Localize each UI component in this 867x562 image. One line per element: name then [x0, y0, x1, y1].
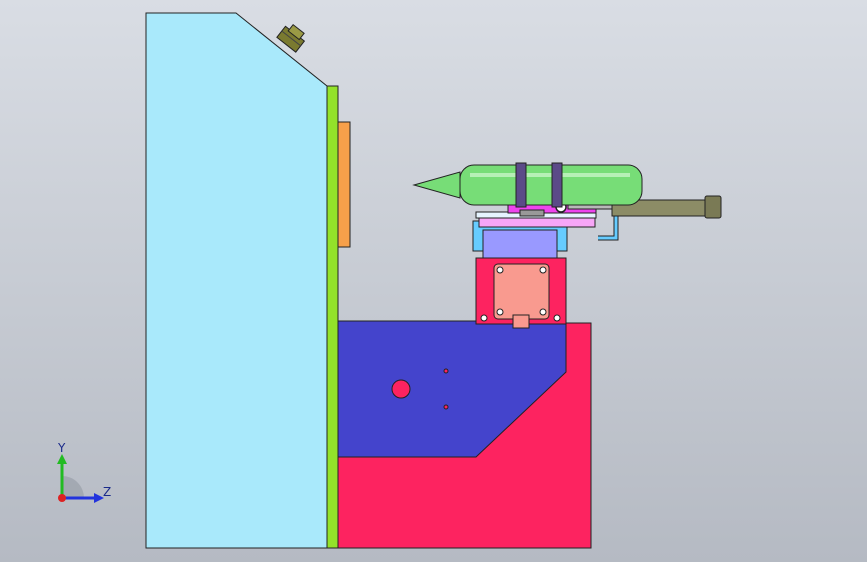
screw-icon: [539, 308, 547, 316]
rod-end-cap[interactable]: [704, 195, 722, 219]
z-axis-label: Z: [103, 485, 112, 499]
green-rail[interactable]: [326, 85, 339, 549]
y-axis-label: Y: [58, 441, 66, 455]
lavender-block[interactable]: [482, 229, 558, 259]
orange-pad[interactable]: [337, 121, 351, 248]
triad-quadrant: [62, 476, 84, 498]
screw-icon: [496, 266, 504, 274]
origin-dot-icon: [58, 494, 66, 502]
motor-shaft-tab: [512, 314, 530, 329]
triad-axes: [57, 454, 104, 503]
assembly-model[interactable]: [0, 0, 867, 562]
nozzle-cone[interactable]: [412, 171, 461, 199]
large-hole: [391, 379, 411, 399]
orientation-triad: Y Z: [40, 440, 120, 510]
pink-plate[interactable]: [478, 217, 596, 228]
cad-viewport[interactable]: Y Z: [0, 0, 867, 562]
screw-icon: [539, 266, 547, 274]
knob-icon: [276, 23, 306, 53]
y-arrow-head-icon: [57, 454, 67, 464]
side-panel[interactable]: [145, 12, 328, 549]
screw-icon: [496, 308, 504, 316]
green-cylinder[interactable]: [459, 164, 643, 206]
screw-icon: [480, 314, 488, 322]
clamp-foot: [519, 209, 545, 217]
screw-icon: [553, 314, 561, 322]
small-hole-1: [443, 368, 449, 374]
clamp-band[interactable]: [515, 162, 527, 208]
clamp-band[interactable]: [551, 162, 563, 208]
small-hole-2: [443, 404, 449, 410]
